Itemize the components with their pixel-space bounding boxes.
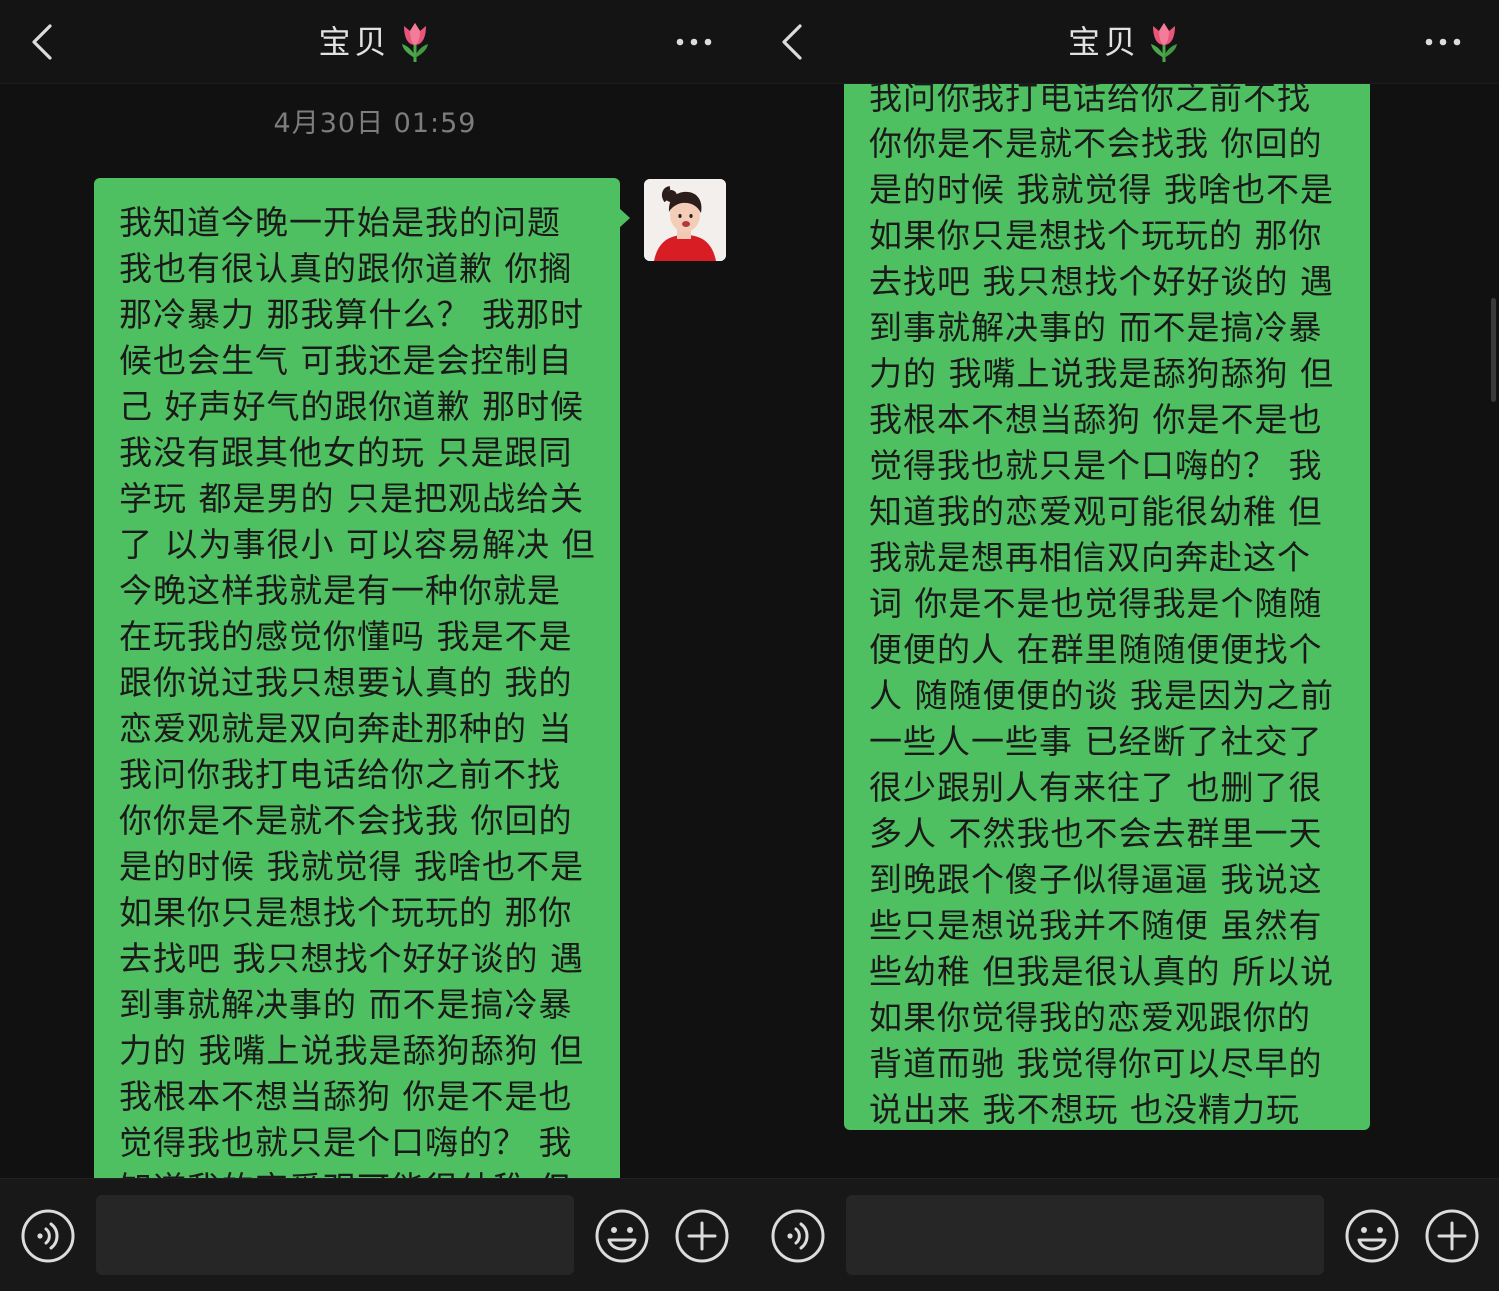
chat-title-wrap: 宝贝	[0, 18, 750, 66]
emoji-icon[interactable]	[594, 1208, 650, 1264]
plus-icon[interactable]	[674, 1208, 730, 1264]
message-line: 候也会生气 可我还是会控制自	[119, 341, 573, 380]
message-line: 你你是不是就不会找我 你回的	[119, 801, 573, 840]
chat-title: 宝贝	[318, 23, 391, 61]
input-bar	[750, 1178, 1499, 1291]
bubble-tail	[619, 208, 630, 228]
message-line: 很少跟别人有来往了 也删了很	[869, 768, 1323, 807]
message-input[interactable]	[96, 1195, 574, 1275]
message-text: 我知道今晚一开始是我的问题 我也有很认真的跟你道歉 你搁 那冷暴力 那我算什么？ 我…	[119, 200, 598, 1212]
more-icon[interactable]	[674, 32, 714, 52]
message-line: 便便的人 在群里随随便便找个	[869, 630, 1323, 669]
message-line: 人 随随便便的谈 我是因为之前	[869, 676, 1334, 715]
message-line: 恋爱观就是双向奔赴那种的 当	[119, 709, 573, 748]
tulip-icon	[1151, 23, 1178, 62]
message-line: 我根本不想当舔狗 你是不是也	[869, 400, 1323, 439]
message-line: 觉得我也就只是个口嗨的？ 我	[869, 446, 1323, 485]
message-line: 我就是想再相信双向奔赴这个	[869, 538, 1311, 577]
message-line: 我根本不想当舔狗 你是不是也	[119, 1077, 573, 1116]
message-line: 我问你我打电话给你之前不找	[119, 755, 561, 794]
message-line: 今晚这样我就是有一种你就是	[119, 571, 561, 610]
message-line: 你你是不是就不会找我 你回的	[869, 124, 1323, 163]
voice-icon[interactable]	[770, 1208, 826, 1264]
message-line: 知道我的恋爱观可能很幼稚 但	[869, 492, 1323, 531]
message-line: 些只是想说我并不随便 虽然有	[869, 906, 1323, 945]
message-line: 去找吧 我只想找个好好谈的 遇	[869, 262, 1334, 301]
input-bar	[0, 1178, 750, 1291]
message-line: 了 以为事很小 可以容易解决 但	[119, 525, 596, 564]
scroll-indicator[interactable]	[1491, 298, 1496, 402]
message-line: 那冷暴力 那我算什么？ 我那时	[119, 295, 584, 334]
message-line: 学玩 都是男的 只是把观战给关	[119, 479, 584, 518]
message-line: 如果你只是想找个玩玩的 那你	[119, 893, 573, 932]
message-line: 说出来 我不想玩 也没精力玩	[869, 1090, 1300, 1129]
message-line: 些幼稚 但我是很认真的 所以说	[869, 952, 1334, 991]
message-line: 在玩我的感觉你懂吗 我是不是	[119, 617, 573, 656]
plus-icon[interactable]	[1424, 1208, 1480, 1264]
message-line: 力的 我嘴上说我是舔狗舔狗 但	[869, 354, 1334, 393]
message-bubble[interactable]: 我问你我打电话给你之前不找 你你是不是就不会找我 你回的 是的时候 我就觉得 我啥也…	[844, 60, 1370, 1130]
message-line: 词 你是不是也觉得我是个随随	[869, 584, 1323, 623]
message-bubble[interactable]: 我知道今晚一开始是我的问题 我也有很认真的跟你道歉 你搁 那冷暴力 那我算什么？ 我…	[94, 178, 630, 1238]
avatar-image	[644, 179, 726, 261]
message-text: 我问你我打电话给你之前不找 你你是不是就不会找我 你回的 是的时候 我就觉得 我啥也…	[869, 75, 1348, 1133]
chat-title-wrap: 宝贝	[750, 18, 1499, 66]
message-line: 背道而驰 我觉得你可以尽早的	[869, 1044, 1323, 1083]
message-line: 己 好声好气的跟你道歉 那时候	[119, 387, 584, 426]
message-line: 一些人一些事 已经断了社交了	[869, 722, 1323, 761]
message-line: 我也有很认真的跟你道歉 你搁	[119, 249, 573, 288]
message-line: 跟你说过我只想要认真的 我的	[119, 663, 573, 702]
chat-header: 宝贝	[750, 0, 1499, 84]
message-line: 我知道今晚一开始是我的问题	[119, 203, 561, 242]
voice-icon[interactable]	[20, 1208, 76, 1264]
message-input[interactable]	[846, 1195, 1324, 1275]
chat-title: 宝贝	[1067, 23, 1140, 61]
chat-header: 宝贝	[0, 0, 750, 84]
message-line: 是的时候 我就觉得 我啥也不是	[119, 847, 584, 886]
message-line: 力的 我嘴上说我是舔狗舔狗 但	[119, 1031, 584, 1070]
message-line: 如果你只是想找个玩玩的 那你	[869, 216, 1323, 255]
tulip-icon	[401, 23, 428, 62]
message-timestamp: 4月30日 01:59	[273, 108, 477, 139]
chat-panel-right: 我问你我打电话给你之前不找 你你是不是就不会找我 你回的 是的时候 我就觉得 我啥也…	[750, 0, 1499, 1291]
message-line: 我没有跟其他女的玩 只是跟同	[119, 433, 573, 472]
avatar[interactable]	[644, 179, 726, 261]
chat-panel-left: 宝贝 4月30日 01:59 我知道今晚一开始是我的问题 我也有很认真的跟你道歉 …	[0, 0, 750, 1291]
message-line: 到晚跟个傻子似得逼逼 我说这	[869, 860, 1323, 899]
message-line: 到事就解决事的 而不是搞冷暴	[869, 308, 1323, 347]
message-line: 如果你觉得我的恋爱观跟你的	[869, 998, 1311, 1037]
message-line: 是的时候 我就觉得 我啥也不是	[869, 170, 1334, 209]
message-line: 去找吧 我只想找个好好谈的 遇	[119, 939, 584, 978]
message-line: 到事就解决事的 而不是搞冷暴	[119, 985, 573, 1024]
message-line: 觉得我也就只是个口嗨的？ 我	[119, 1123, 573, 1162]
message-line: 多人 不然我也不会去群里一天	[869, 814, 1323, 853]
more-icon[interactable]	[1423, 32, 1463, 52]
emoji-icon[interactable]	[1344, 1208, 1400, 1264]
